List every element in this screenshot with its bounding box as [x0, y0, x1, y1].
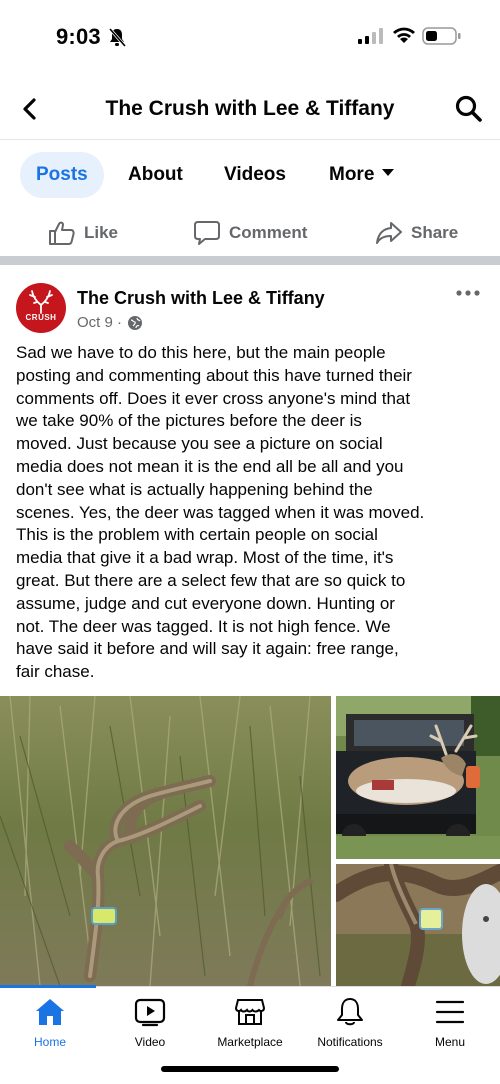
post-line: moved. Just because you see a picture on…: [16, 434, 383, 454]
post-author[interactable]: The Crush with Lee & Tiffany: [77, 288, 325, 309]
avatar-logo-text: CRUSH: [25, 313, 57, 322]
photo-antler-tag-closeup[interactable]: [336, 864, 500, 986]
video-icon: [134, 998, 166, 1027]
nav-marketplace-label: Marketplace: [217, 1035, 283, 1049]
page-actions: Like Comment Share: [0, 210, 500, 256]
bell-muted-icon: [108, 28, 126, 47]
post-line: great. But there are a select few that a…: [16, 570, 406, 590]
share-button[interactable]: Share: [375, 216, 458, 250]
comment-icon: [194, 221, 220, 245]
bell-icon: [337, 998, 363, 1026]
home-icon: [36, 999, 64, 1025]
nav-notifications-label: Notifications: [317, 1035, 383, 1049]
post-body: Sad we have to do this here, but the mai…: [16, 342, 488, 684]
tab-more[interactable]: More: [329, 152, 395, 198]
post-line: not. The deer was tagged. It is not high…: [16, 616, 391, 636]
profile-tabs: Posts About Videos More: [0, 150, 500, 200]
post-line: fair chase.: [16, 662, 95, 682]
battery-icon: [422, 27, 461, 45]
post-line: posting and commenting about this have t…: [16, 365, 412, 385]
post-line: media that give it a bad wrap. Most of t…: [16, 548, 394, 568]
tab-more-label: More: [329, 164, 375, 185]
nav-marketplace[interactable]: Marketplace: [200, 997, 300, 1061]
photo-antler-in-grass[interactable]: [0, 696, 331, 986]
nav-home-label: Home: [33, 1035, 66, 1049]
globe-icon: [128, 315, 143, 330]
nav-video-label: Video: [134, 1035, 166, 1049]
post-line: media does not mean it is the end all be…: [16, 456, 404, 476]
like-button[interactable]: Like: [48, 216, 118, 250]
tab-posts[interactable]: Posts: [20, 152, 104, 198]
post-line: scenes. Yes, the deer was tagged when it…: [16, 502, 425, 522]
home-indicator: [161, 1066, 339, 1072]
post-line: we take 90% of the pictures before the d…: [16, 411, 362, 431]
search-icon[interactable]: [452, 92, 486, 126]
thumbs-up-icon: [49, 221, 75, 245]
nav-video[interactable]: Video: [100, 997, 200, 1061]
post-line: don't see what is actually happening beh…: [16, 479, 373, 499]
like-label: Like: [84, 223, 119, 242]
menu-icon: [435, 1000, 465, 1024]
post-line: Sad we have to do this here, but the mai…: [16, 343, 386, 362]
post-line: assume, judge and cut everyone down. Hun…: [16, 593, 395, 613]
nav-menu[interactable]: Menu: [400, 997, 500, 1061]
antler-logo-icon: [29, 290, 53, 314]
section-divider: [0, 256, 500, 265]
nav-menu-label: Menu: [434, 1035, 466, 1049]
post-line: have said it before and will say it agai…: [16, 639, 399, 659]
wifi-icon: [393, 27, 415, 43]
avatar[interactable]: CRUSH: [16, 283, 66, 333]
tab-about[interactable]: About: [128, 152, 183, 198]
post-date[interactable]: Oct 9 ·: [77, 314, 122, 331]
post-photo-grid: [0, 696, 500, 986]
share-label: Share: [411, 223, 459, 242]
marketplace-icon: [234, 999, 266, 1025]
signal-icon: [358, 28, 383, 44]
page-header: The Crush with Lee & Tiffany: [0, 78, 500, 140]
nav-home[interactable]: Home: [0, 997, 100, 1061]
post-line: This is the problem with certain people …: [16, 525, 378, 545]
share-icon: [376, 222, 402, 244]
more-options-icon[interactable]: [454, 286, 482, 300]
tab-videos[interactable]: Videos: [224, 152, 286, 198]
photo-deer-in-truck[interactable]: [336, 696, 500, 859]
comment-button[interactable]: Comment: [193, 216, 307, 250]
status-time: 9:03: [56, 24, 101, 49]
comment-label: Comment: [229, 223, 308, 242]
nav-notifications[interactable]: Notifications: [300, 997, 400, 1061]
post-header: CRUSH The Crush with Lee & Tiffany Oct 9…: [0, 276, 500, 338]
post-line: comments off. Does it ever cross anyone'…: [16, 388, 411, 408]
post-meta: Oct 9 ·: [77, 314, 143, 331]
page-title: The Crush with Lee & Tiffany: [105, 97, 395, 120]
caret-down-icon: [382, 169, 395, 177]
status-bar: 9:03: [0, 0, 500, 70]
active-tab-indicator: [0, 985, 96, 988]
